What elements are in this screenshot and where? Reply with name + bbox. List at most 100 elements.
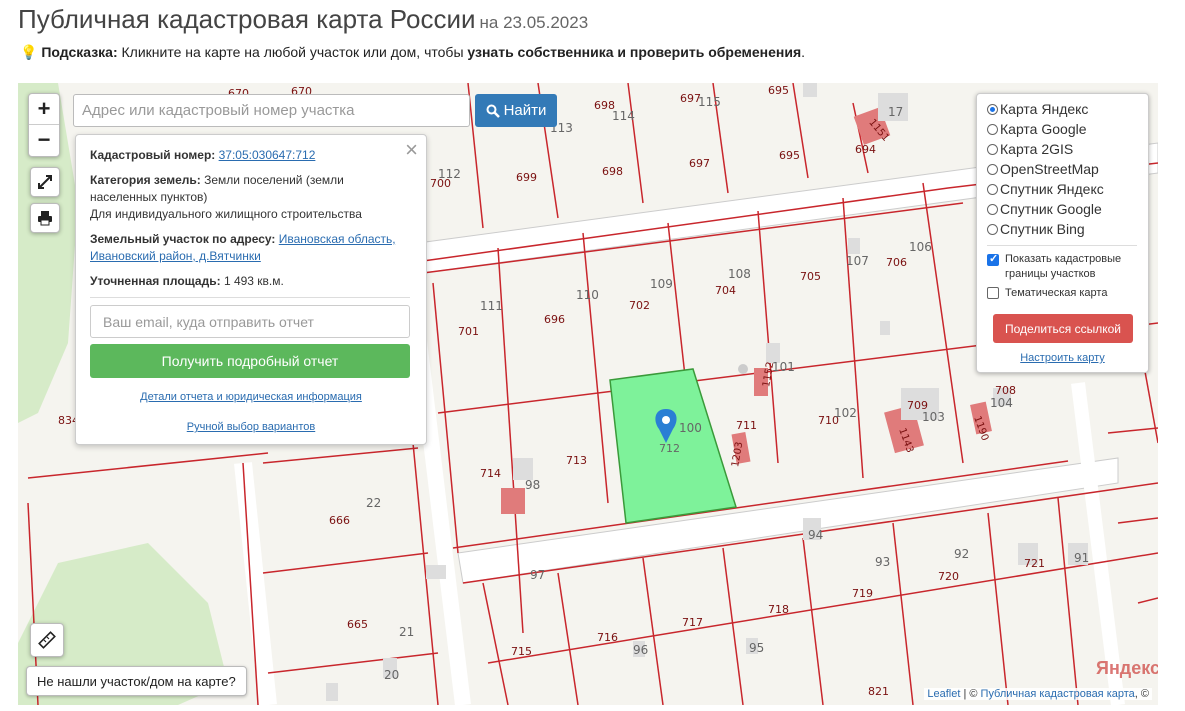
parcel-label: 711	[736, 419, 757, 432]
cadastral-map[interactable]: 670 670 698 697 695 694 699 698 697 695 …	[18, 83, 1158, 705]
manual-select-link[interactable]: Ручной выбор вариантов	[76, 421, 426, 433]
parcel-label: 695	[768, 84, 789, 97]
parcel-label: 666	[329, 514, 350, 527]
fullscreen-icon	[38, 175, 52, 189]
pkk-link[interactable]: Публичная кадастровая карта	[981, 688, 1135, 700]
hint-text: Кликните на карте на любой участок или д…	[117, 44, 468, 60]
land-category-value: Земли поселений (земли	[204, 173, 344, 187]
house-number: 106	[909, 240, 932, 254]
parcel-label: 699	[516, 171, 537, 184]
house-number: 21	[399, 625, 415, 639]
email-field[interactable]: Ваш email, куда отправить отчет	[90, 305, 410, 338]
ruler-button[interactable]	[30, 623, 64, 657]
selected-parcel-label: 712	[659, 442, 680, 455]
parcel-label: 715	[511, 645, 532, 658]
lightbulb-icon: 💡	[20, 44, 38, 60]
parcel-label: 720	[938, 570, 959, 583]
zoom-control: + −	[28, 93, 60, 157]
parcel-label: 704	[715, 284, 736, 297]
parcel-label: 714	[480, 467, 501, 480]
radio-icon[interactable]	[987, 143, 998, 155]
parcel-label: 716	[597, 631, 618, 644]
layer-option-yandex[interactable]: Карта Яндекс	[987, 101, 1088, 117]
attribution-sep: | ©	[960, 688, 981, 700]
address-link-2[interactable]: Ивановский район, д.Вятчинки	[90, 249, 261, 263]
search-input[interactable]: Адрес или кадастровый номер участка	[73, 94, 470, 127]
layer-option-bing-sat[interactable]: Спутник Bing	[987, 221, 1085, 237]
search-button[interactable]: Найти	[475, 94, 557, 127]
zoom-in-button[interactable]: +	[29, 94, 59, 125]
parcel-label: 697	[689, 157, 710, 170]
parcel-label: 721	[1024, 557, 1045, 570]
close-icon[interactable]: ×	[405, 137, 418, 163]
fullscreen-button[interactable]	[30, 167, 60, 197]
layer-option-2gis[interactable]: Карта 2GIS	[987, 141, 1073, 157]
parcel-label: 665	[347, 618, 368, 631]
ruler-icon	[38, 631, 56, 649]
layer-option-osm[interactable]: OpenStreetMap	[987, 161, 1099, 177]
print-button[interactable]	[30, 203, 60, 233]
layer-label: Карта Яндекс	[1000, 101, 1089, 117]
page-title: Публичная кадастровая карта России на 23.…	[18, 4, 588, 35]
house-number: 114	[612, 109, 635, 123]
parcel-label: 702	[629, 299, 650, 312]
zoom-out-button[interactable]: −	[29, 125, 59, 155]
show-borders-label-2: границы участков	[1005, 268, 1096, 280]
parcel-label: 695	[779, 149, 800, 162]
parcel-label: 705	[800, 270, 821, 283]
share-link-button[interactable]: Поделиться ссылкой	[993, 314, 1133, 343]
land-category-value2: населенных пунктов)	[90, 190, 208, 204]
get-report-button[interactable]: Получить подробный отчет	[90, 344, 410, 378]
house-number: 98	[525, 478, 541, 492]
show-borders-label: Показать кадастровые границы участков	[1005, 252, 1121, 282]
house-number: 102	[834, 406, 857, 420]
layer-label: Спутник Bing	[1000, 221, 1085, 237]
area-value: 1 493 кв.м.	[223, 274, 284, 288]
layer-option-google-sat[interactable]: Спутник Google	[987, 201, 1102, 217]
radio-icon[interactable]	[987, 163, 998, 175]
layer-option-google[interactable]: Карта Google	[987, 121, 1087, 137]
parcel-info-popup: × Кадастровый номер: 37:05:030647:712 Ка…	[75, 134, 427, 445]
parcel-label: 694	[855, 143, 876, 156]
house-number: 93	[875, 555, 891, 569]
report-details-link[interactable]: Детали отчета и юридическая информация	[76, 391, 426, 403]
house-number: 91	[1074, 551, 1090, 565]
house-number: 107	[846, 254, 869, 268]
cad-number-label: Кадастровый номер:	[90, 148, 216, 162]
land-use-value: Для индивидуального жилищного строительс…	[90, 207, 362, 221]
address-label: Земельный участок по адресу:	[90, 232, 276, 246]
radio-icon[interactable]	[987, 123, 998, 135]
search-button-label: Найти	[503, 102, 547, 119]
show-borders-option[interactable]: Показать кадастровые границы участков	[987, 252, 1121, 282]
radio-icon[interactable]	[987, 223, 998, 235]
layer-label: OpenStreetMap	[1000, 161, 1099, 177]
address-link[interactable]: Ивановская область,	[279, 232, 396, 246]
page-date: на 23.05.2023	[479, 13, 589, 32]
printer-icon	[38, 211, 52, 226]
radio-icon[interactable]	[987, 103, 998, 115]
layer-option-yandex-sat[interactable]: Спутник Яндекс	[987, 181, 1104, 197]
not-found-button[interactable]: Не нашли участок/дом на карте?	[26, 666, 247, 696]
checkbox-icon[interactable]	[987, 252, 999, 267]
leaflet-link[interactable]: Leaflet	[927, 688, 960, 700]
radio-icon[interactable]	[987, 183, 998, 195]
thematic-label: Тематическая карта	[1005, 287, 1108, 299]
yandex-logo: Яндекс	[1096, 658, 1158, 678]
house-number: 97	[530, 568, 546, 582]
hint-bold: узнать собственника и проверить обремене…	[467, 44, 802, 60]
setup-map-link[interactable]: Настроить карту	[977, 352, 1148, 364]
layer-label: Спутник Google	[1000, 201, 1102, 217]
cad-number-link[interactable]: 37:05:030647:712	[219, 148, 316, 162]
hint-line: 💡 Подсказка: Кликните на карте на любой …	[20, 44, 805, 61]
checkbox-icon[interactable]	[987, 287, 999, 299]
house-number: 22	[366, 496, 382, 510]
show-borders-label-1: Показать кадастровые	[1005, 253, 1122, 265]
house-number: 111	[480, 299, 503, 313]
house-number: 96	[633, 643, 649, 657]
radio-icon[interactable]	[987, 203, 998, 215]
house-number: 110	[576, 288, 599, 302]
parcel-label: 701	[458, 325, 479, 338]
thematic-option[interactable]: Тематическая карта	[987, 287, 1107, 299]
layer-label: Спутник Яндекс	[1000, 181, 1104, 197]
divider	[90, 297, 410, 298]
